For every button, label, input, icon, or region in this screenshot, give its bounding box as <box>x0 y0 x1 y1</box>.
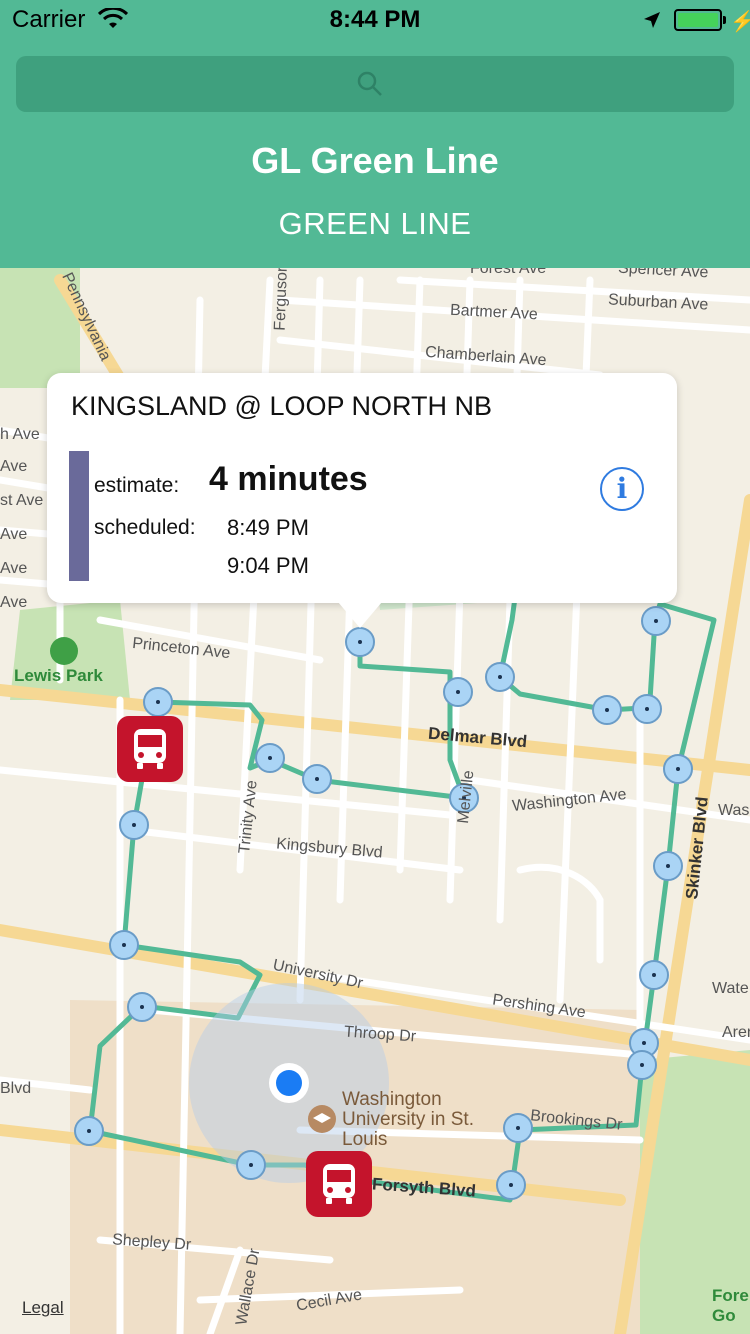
bus-stop-marker[interactable] <box>485 662 515 692</box>
bus-stop-marker[interactable] <box>255 743 285 773</box>
battery-icon <box>674 9 722 31</box>
bus-stop-marker[interactable] <box>302 764 332 794</box>
bus-stop-marker[interactable] <box>503 1113 533 1143</box>
estimate-value: 4 minutes <box>209 460 368 498</box>
park-marker <box>50 637 78 665</box>
bus-stop-marker[interactable] <box>109 930 139 960</box>
street-label: Aren <box>722 1024 750 1041</box>
bus-stop-marker[interactable] <box>627 1050 657 1080</box>
estimate-label: estimate: <box>94 474 180 497</box>
location-arrow-icon <box>642 10 662 35</box>
street-label: Forest Ave <box>470 268 547 277</box>
bus-stop-marker[interactable] <box>663 754 693 784</box>
park-label: Fore Go <box>712 1286 749 1325</box>
bus-stop-marker[interactable] <box>639 960 669 990</box>
bus-stop-marker[interactable] <box>127 992 157 1022</box>
stop-name: KINGSLAND @ LOOP NORTH NB <box>71 391 493 421</box>
street-label: st Ave <box>0 492 44 509</box>
status-bar: Carrier 8:44 PM ⚡ <box>0 0 750 40</box>
bus-stop-marker[interactable] <box>632 694 662 724</box>
route-color-bar <box>69 451 89 581</box>
search-bar[interactable] <box>16 56 734 112</box>
bus-stop-marker[interactable] <box>592 695 622 725</box>
bus-stop-marker[interactable] <box>143 687 173 717</box>
street-label: Ave <box>0 458 28 475</box>
bus-stop-marker[interactable] <box>236 1150 266 1180</box>
callout-pointer <box>338 602 382 628</box>
search-icon <box>356 70 384 103</box>
legal-link[interactable]: Legal <box>22 1298 64 1318</box>
bus-stop-marker[interactable] <box>653 851 683 881</box>
bus-icon <box>134 729 166 769</box>
street-label: Was <box>718 802 750 819</box>
battery-tip <box>723 16 726 24</box>
street-label: Ave <box>0 560 28 577</box>
route-subtitle: GREEN LINE <box>278 206 472 241</box>
bus-vehicle-marker[interactable] <box>117 716 183 782</box>
current-location-dot <box>276 1070 302 1096</box>
scheduled-time: 8:49 PM <box>227 515 309 540</box>
scheduled-time: 9:04 PM <box>227 553 309 578</box>
charging-bolt-icon: ⚡ <box>730 11 750 33</box>
info-icon[interactable]: i <box>600 467 644 511</box>
campus-label: Washington University in St. Louis <box>342 1089 474 1150</box>
bus-stop-marker[interactable] <box>443 677 473 707</box>
park-label: Lewis Park <box>14 666 103 685</box>
bus-icon <box>323 1164 355 1204</box>
stop-callout[interactable]: KINGSLAND @ LOOP NORTH NB estimate: 4 mi… <box>47 373 677 603</box>
street-label: Ave <box>0 526 28 543</box>
route-title: GL Green Line <box>251 140 499 181</box>
bus-stop-marker[interactable] <box>496 1170 526 1200</box>
route-header: GL Green Line GREEN LINE <box>0 40 750 268</box>
bus-stop-marker[interactable] <box>119 810 149 840</box>
bus-stop-marker[interactable] <box>74 1116 104 1146</box>
street-label: Blvd <box>0 1080 32 1097</box>
bus-stop-marker[interactable] <box>345 627 375 657</box>
scheduled-label: scheduled: <box>94 516 196 539</box>
street-label: Ave <box>0 594 28 611</box>
street-label: Ferguson <box>271 268 291 332</box>
bus-stop-marker[interactable] <box>641 606 671 636</box>
clock: 8:44 PM <box>329 6 421 33</box>
bus-vehicle-marker[interactable] <box>306 1151 372 1217</box>
street-label: Wate <box>712 980 749 997</box>
street-label: h Ave <box>0 426 40 443</box>
